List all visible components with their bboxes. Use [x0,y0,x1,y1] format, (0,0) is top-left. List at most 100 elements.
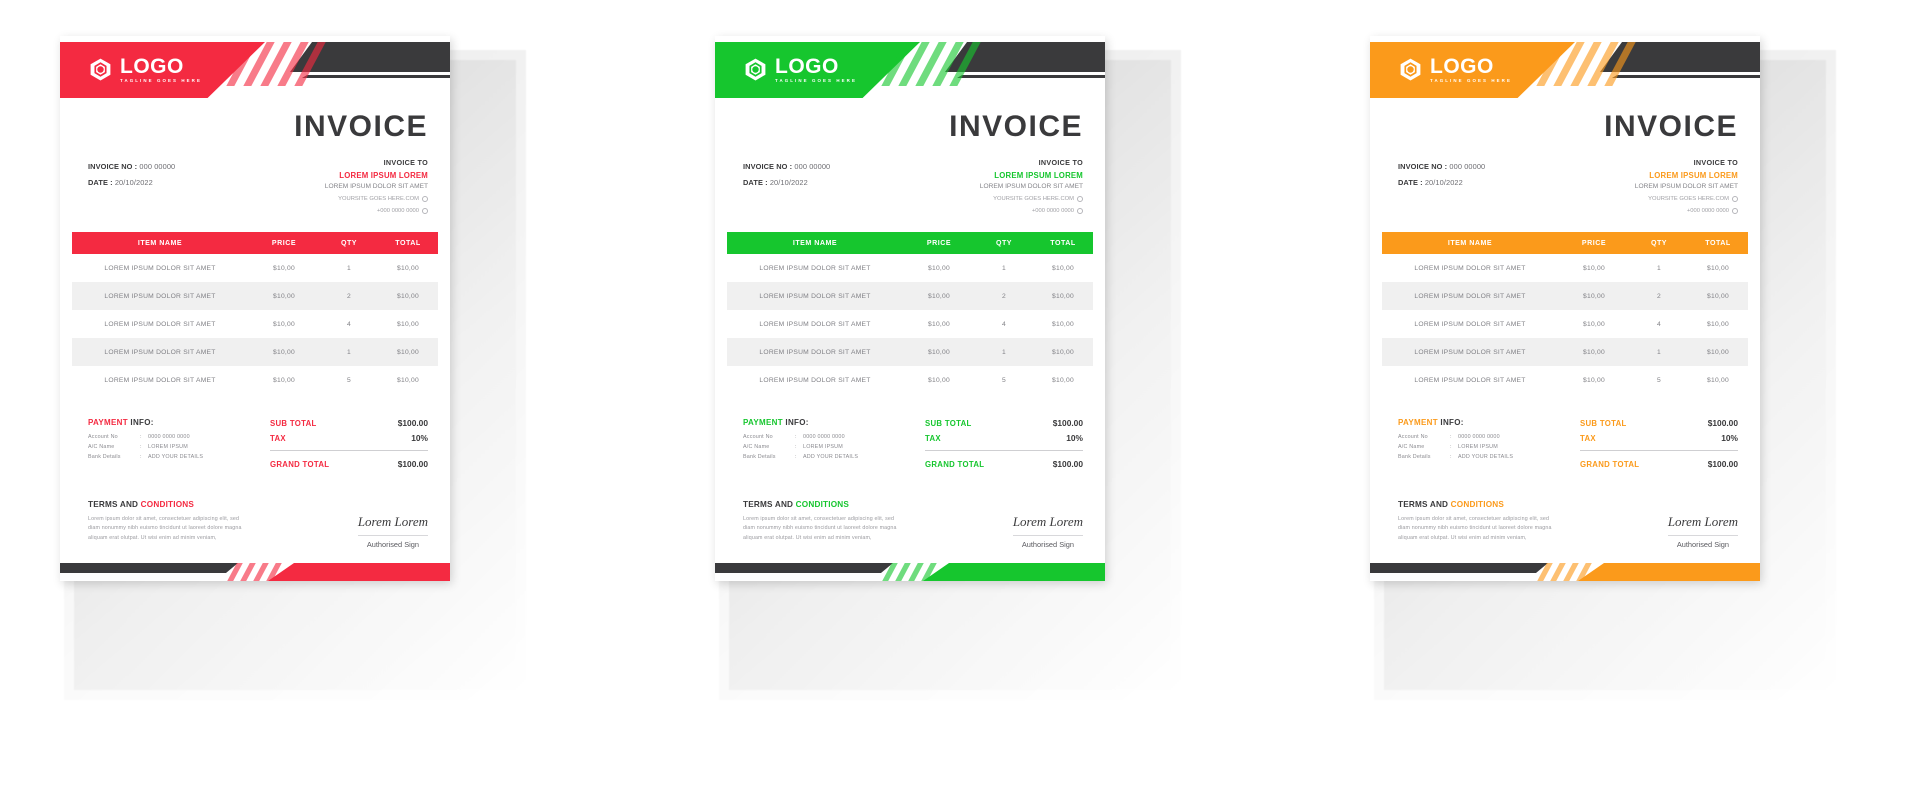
payment-info-key: Account No [1398,434,1428,440]
payment-info-value: ADD YOUR DETAILS [1458,454,1514,460]
table-row: LOREM IPSUM DOLOR SIT AMET $10,00 2 $10,00 [727,282,1093,310]
sub-total-label: SUB TOTAL [925,419,972,428]
invoice-to-block: INVOICE TO LOREM IPSUM LOREM LOREM IPSUM… [1635,158,1738,214]
invoice-to-phone-line: +000 0000 0000 [980,208,1083,214]
sub-total-value: $100.00 [397,418,428,428]
hexagon-target-icon [1398,57,1423,82]
cell-total: $10,00 [1707,348,1729,356]
cell-total: $10,00 [1707,292,1729,300]
grand-total-row: GRAND TOTAL $100.00 [1580,459,1738,469]
table-row: LOREM IPSUM DOLOR SIT AMET $10,00 5 $10,00 [1382,366,1748,394]
tax-row: TAX 10% [1580,433,1738,443]
signature-label: Authorised Sign [1667,535,1738,549]
cell-price: $10,00 [928,292,950,300]
cell-price: $10,00 [273,264,295,272]
tax-value: 10% [411,433,428,443]
cell-qty: 1 [1657,348,1661,356]
terms-title-colored: CONDITIONS [1450,500,1505,509]
footer-diagonal-stripes [227,563,300,581]
cell-qty: 2 [347,292,351,300]
table-header-row: ITEM NAME PRICE QTY TOTAL [72,232,438,254]
terms-and-signature: TERMS AND CONDITIONS Lorem ipsum dolor s… [60,474,450,549]
payment-info-line: A/C Name: LOREM IPSUM [1398,444,1513,450]
grand-total-label: GRAND TOTAL [925,460,985,469]
invoice-meta: INVOICE NO : 000 00000 DATE : 20/10/2022… [1370,144,1760,214]
line-items-table: ITEM NAME PRICE QTY TOTAL LOREM IPSUM DO… [72,232,438,394]
totals-divider [925,450,1083,451]
logo[interactable]: LOGO TAGLINE GOES HERE [88,56,202,83]
table-body: LOREM IPSUM DOLOR SIT AMET $10,00 1 $10,00 L… [1382,254,1748,394]
payment-info-title-dark: INFO: [1440,418,1464,427]
invoice-date-line: DATE : 20/10/2022 [88,178,175,187]
signature-block: Lorem Lorem Authorised Sign [1012,500,1083,549]
column-header-price: PRICE [271,239,297,247]
cell-total: $10,00 [1707,320,1729,328]
cell-total: $10,00 [1707,264,1729,272]
table-row: LOREM IPSUM DOLOR SIT AMET $10,00 1 $10,00 [1382,254,1748,282]
payment-info-title-colored: PAYMENT [743,418,783,427]
signature-name: Lorem Lorem [1012,514,1083,529]
hexagon-target-icon [88,57,113,82]
signature-block: Lorem Lorem Authorised Sign [1667,500,1738,549]
invoice-to-website-line: YOURSITE GOES HERE.COM [980,196,1083,202]
cell-price: $10,00 [1583,348,1605,356]
tax-label: TAX [270,434,286,443]
terms-title-colored: CONDITIONS [140,500,195,509]
payment-info-line: A/C Name: LOREM IPSUM [743,444,858,450]
cell-price: $10,00 [928,348,950,356]
totals-divider [1580,450,1738,451]
logo-title: LOGO [775,55,839,78]
signature-label: Authorised Sign [357,535,428,549]
footer-bar [1370,553,1760,581]
payment-info-title-dark: INFO: [130,418,154,427]
invoice-paper: LOGO TAGLINE GOES HERE INVOICE INVOICE N… [1370,36,1760,581]
payment-info-rows: Account No:0000 0000 0000 A/C Name: LOREM … [1398,434,1513,460]
cell-qty: 2 [1657,292,1661,300]
payment-info-block: PAYMENT INFO: Account No:0000 0000 0000 A… [1398,418,1513,474]
invoice-to-block: INVOICE TO LOREM IPSUM LOREM LOREM IPSUM… [980,158,1083,214]
cell-item-name: LOREM IPSUM DOLOR SIT AMET [1414,264,1526,272]
logo[interactable]: LOGO TAGLINE GOES HERE [743,56,857,83]
invoice-number-value: 000 00000 [1449,162,1486,171]
phone-icon [422,208,428,214]
logo[interactable]: LOGO TAGLINE GOES HERE [1398,56,1512,83]
payment-info-title-dark: INFO: [785,418,809,427]
table-header-row: ITEM NAME PRICE QTY TOTAL [727,232,1093,254]
totals-block: SUB TOTAL $100.00 TAX 10% GRAND TOTAL $1… [1580,418,1738,474]
sub-total-row: SUB TOTAL $100.00 [1580,418,1738,428]
cell-price: $10,00 [928,320,950,328]
payment-info-value: LOREM IPSUM [1458,444,1498,450]
cell-qty: 4 [347,320,351,328]
payment-info-colon: : [795,454,797,460]
cell-total: $10,00 [397,320,419,328]
invoice-to-website-line: YOURSITE GOES HERE.COM [325,196,428,202]
cell-total: $10,00 [1052,376,1074,384]
cell-price: $10,00 [928,264,950,272]
cell-item-name: LOREM IPSUM DOLOR SIT AMET [1414,320,1526,328]
cell-price: $10,00 [273,292,295,300]
payment-info-key: A/C Name [88,444,115,450]
payment-info-block: PAYMENT INFO: Account No:0000 0000 0000 A… [743,418,858,474]
grand-total-label: GRAND TOTAL [1580,460,1640,469]
column-header-item-name: ITEM NAME [1447,239,1493,247]
payment-and-totals: PAYMENT INFO: Account No:0000 0000 0000 A… [715,394,1105,474]
cell-item-name: LOREM IPSUM DOLOR SIT AMET [1414,376,1526,384]
page-title: INVOICE [1604,110,1738,143]
invoice-number-label: INVOICE NO : [1398,162,1448,171]
red-invoice: LOGO TAGLINE GOES HERE INVOICE INVOICE N… [60,0,550,740]
invoice-to-phone: +000 0000 0000 [1031,208,1074,214]
table-row: LOREM IPSUM DOLOR SIT AMET $10,00 1 $10,00 [727,254,1093,282]
cell-item-name: LOREM IPSUM DOLOR SIT AMET [759,264,871,272]
cell-qty: 1 [1002,348,1006,356]
cell-item-name: LOREM IPSUM DOLOR SIT AMET [104,376,216,384]
globe-icon [1732,196,1738,202]
signature-label: Authorised Sign [1012,535,1083,549]
header-bar: LOGO TAGLINE GOES HERE [60,36,450,98]
table-row: LOREM IPSUM DOLOR SIT AMET $10,00 5 $10,00 [727,366,1093,394]
cell-total: $10,00 [397,376,419,384]
table-row: LOREM IPSUM DOLOR SIT AMET $10,00 4 $10,00 [72,310,438,338]
table-row: LOREM IPSUM DOLOR SIT AMET $10,00 4 $10,00 [1382,310,1748,338]
column-header-total: TOTAL [395,239,421,247]
table-row: LOREM IPSUM DOLOR SIT AMET $10,00 1 $10,00 [72,254,438,282]
cell-total: $10,00 [1707,376,1729,384]
